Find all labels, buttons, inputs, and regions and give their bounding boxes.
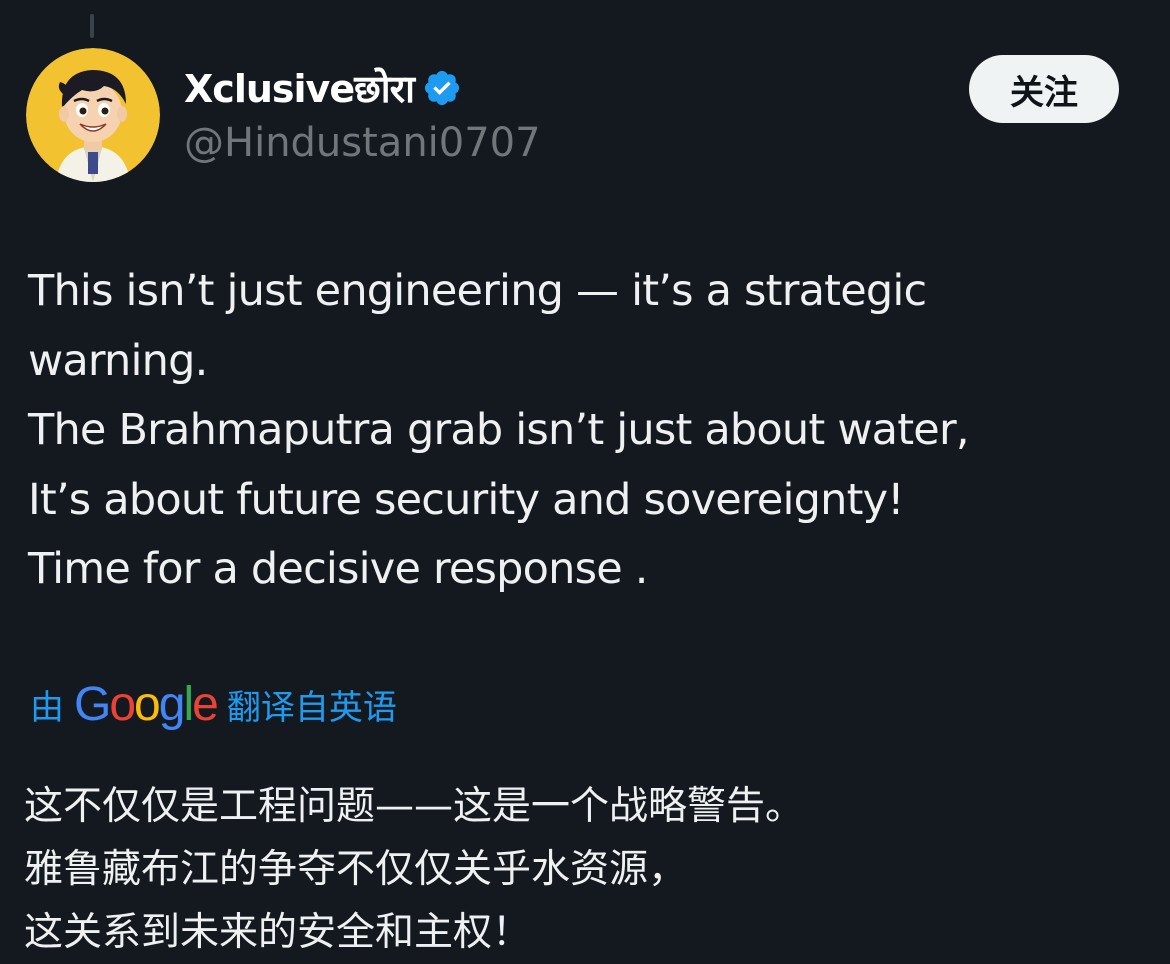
google-logo-letter: g — [158, 677, 186, 731]
tweet-text-line: This isn’t just engineering — it’s a str… — [28, 266, 927, 316]
translation-suffix: 翻译自英语 — [226, 688, 397, 728]
translated-text-line: 雅鲁藏布江的争夺不仅仅关乎水资源， — [24, 847, 688, 892]
tweet-text: This isn’t just engineering — it’s a str… — [28, 257, 1148, 605]
author-display-name[interactable]: Xclusiveछोरा — [184, 62, 415, 114]
google-logo-letter: o — [134, 677, 161, 731]
avatar[interactable] — [26, 48, 160, 182]
translated-text-line: 这不仅仅是工程问题——这是一个战略警告。 — [24, 784, 805, 829]
translation-attribution-link[interactable]: 由 Google 翻译自英语 — [30, 680, 397, 729]
follow-button[interactable]: 关注 — [969, 55, 1119, 123]
cartoon-boy-avatar-icon — [26, 48, 160, 182]
verified-badge-icon — [424, 70, 460, 106]
google-logo-letter: e — [192, 677, 219, 731]
tweet-text-line: The Brahmaputra grab isn’t just about wa… — [28, 405, 970, 455]
google-logo-letter: o — [109, 677, 136, 731]
google-logo-letter: l — [183, 677, 194, 731]
google-logo-letter: G — [74, 677, 111, 731]
author-handle[interactable]: @Hindustani0707 — [184, 120, 541, 166]
translated-text-line: 这关系到未来的安全和主权！ — [24, 910, 532, 955]
tweet-text-line: Time for a decisive response . — [28, 544, 648, 594]
google-logo: Google — [74, 677, 219, 731]
author-name-row: Xclusiveछोरा — [184, 62, 462, 114]
translated-tweet-text: 这不仅仅是工程问题——这是一个战略警告。 雅鲁藏布江的争夺不仅仅关乎水资源， 这… — [24, 775, 1144, 964]
thread-connector-line — [90, 14, 94, 38]
tweet-text-line: warning. — [28, 335, 208, 386]
tweet-text-line: It’s about future security and sovereign… — [28, 474, 905, 525]
translation-prefix: 由 — [30, 688, 64, 728]
